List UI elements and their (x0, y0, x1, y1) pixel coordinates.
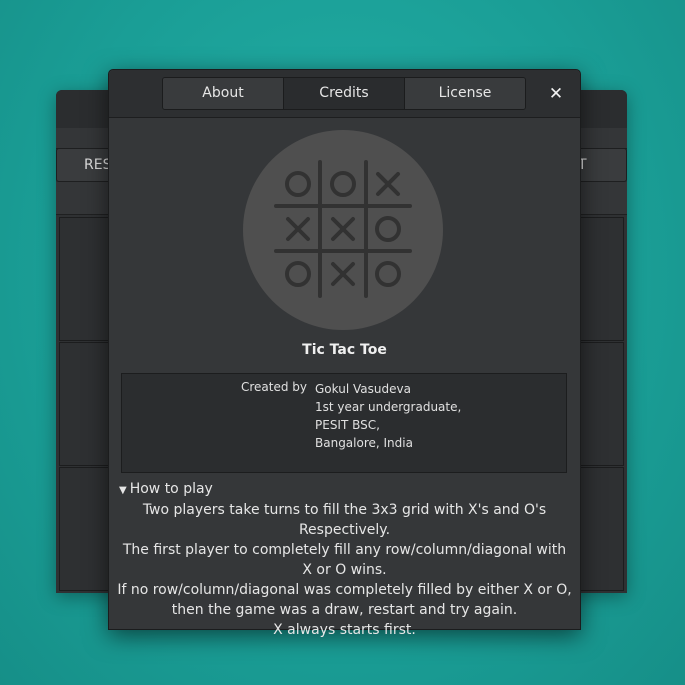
credits-box: Created by Gokul Vasudeva 1st year under… (121, 373, 567, 473)
rule-line: then the game was a draw, restart and tr… (171, 602, 518, 618)
background-right-button[interactable]: T (575, 148, 627, 182)
author-info: Gokul Vasudeva 1st year undergraduate, P… (315, 380, 461, 452)
rule-line: X or O wins. (302, 562, 387, 578)
tab-credits[interactable]: Credits (284, 78, 405, 109)
close-icon: ✕ (548, 84, 564, 104)
tic-tac-toe-logo-icon (243, 130, 443, 330)
dialog-tab-switcher: About Credits License (162, 77, 526, 110)
tab-about[interactable]: About (163, 78, 284, 109)
expander-arrow-icon: ▼ (119, 485, 127, 496)
dialog-titlebar: About Credits License ✕ (109, 70, 580, 118)
how-to-play-expander[interactable]: ▼ How to play (119, 481, 213, 497)
app-logo (243, 130, 443, 330)
author-line: Gokul Vasudeva (315, 382, 411, 396)
rule-line: If no row/column/diagonal was completely… (117, 582, 572, 598)
how-to-play-label: How to play (129, 481, 213, 497)
about-dialog: About Credits License ✕ Tic Tac Toe Crea… (108, 69, 581, 638)
author-line: 1st year undergraduate, (315, 400, 462, 414)
rule-line: X always starts first. (273, 622, 416, 638)
rule-line: Two players take turns to fill the 3x3 g… (142, 502, 547, 538)
app-name: Tic Tac Toe (302, 342, 387, 358)
how-to-play-text: Two players take turns to fill the 3x3 g… (109, 500, 580, 640)
author-line: Bangalore, India (315, 436, 413, 450)
tab-license[interactable]: License (405, 78, 525, 109)
created-by-label: Created by (240, 380, 307, 394)
rule-line: The first player to completely fill any … (122, 542, 567, 558)
close-button[interactable]: ✕ (545, 83, 567, 105)
author-line: PESIT BSC, (315, 418, 380, 432)
